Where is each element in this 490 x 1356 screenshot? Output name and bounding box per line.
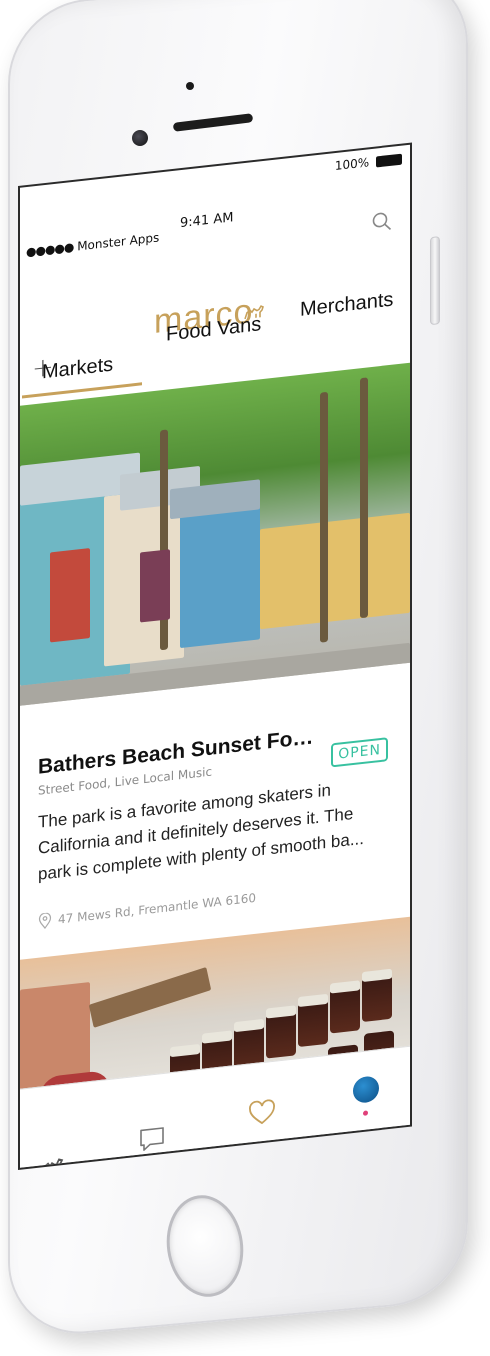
- hut-yellow: [260, 512, 410, 630]
- jam-jar: [330, 986, 360, 1034]
- heart-icon: [249, 1099, 275, 1125]
- location-pin-icon: [38, 912, 52, 929]
- palm-trunk-3: [360, 377, 368, 619]
- battery-percent: 100%: [334, 155, 370, 174]
- tab-food-vans[interactable]: Food Vans: [166, 313, 261, 347]
- tab-favorites[interactable]: [242, 1091, 282, 1135]
- hut-blue-2: [180, 499, 260, 649]
- tab-profile[interactable]: [346, 1067, 386, 1116]
- battery-icon: [376, 153, 402, 168]
- status-badge: OPEN: [331, 737, 388, 768]
- jam-jar: [362, 974, 392, 1023]
- side-button: [430, 236, 440, 326]
- search-icon[interactable]: [372, 211, 392, 233]
- battery-status: 100%: [335, 152, 402, 173]
- profile-avatar: [353, 1075, 379, 1105]
- notification-dot: [363, 1110, 368, 1116]
- tab-markets[interactable]: Markets: [42, 353, 113, 384]
- app-screen: ●●●●● Monster Apps 9:41 AM 100% marco + …: [18, 142, 412, 1171]
- address-text: 47 Mews Rd, Fremantle WA 6160: [58, 890, 257, 927]
- listing-feed: OPEN Bathers Beach Sunset Food ... Stree…: [20, 362, 410, 1160]
- bags-display: [140, 549, 170, 623]
- front-camera: [132, 130, 148, 146]
- clothes-rack: [50, 548, 90, 643]
- cinnamon-sticks: [88, 967, 212, 1028]
- listing-card[interactable]: OPEN Bathers Beach Sunset Food ... Stree…: [20, 715, 410, 932]
- palm-trunk-2: [320, 391, 328, 643]
- listing-address: 47 Mews Rd, Fremantle WA 6160: [38, 875, 392, 930]
- market-photo[interactable]: [20, 362, 410, 706]
- proximity-sensor: [186, 82, 194, 90]
- jam-jar: [298, 999, 328, 1048]
- chat-icon: [140, 1127, 164, 1151]
- jam-jar: [266, 1011, 296, 1059]
